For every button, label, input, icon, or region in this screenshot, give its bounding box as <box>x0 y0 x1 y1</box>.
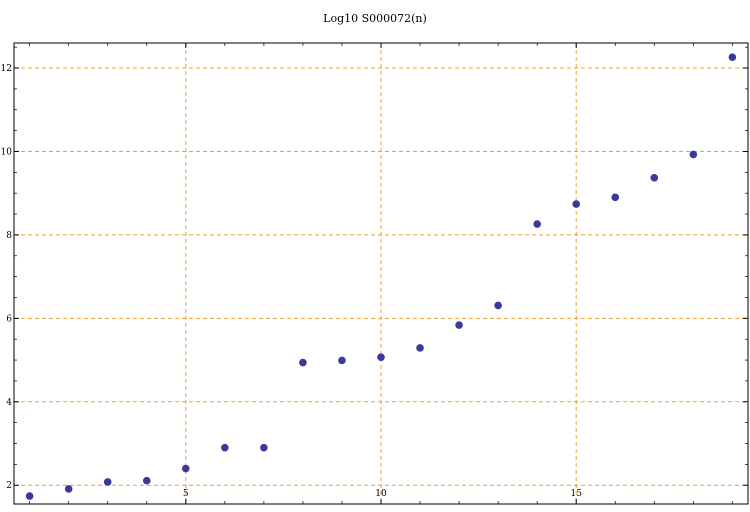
y-tick-label: 12 <box>1 64 12 74</box>
data-point <box>533 220 541 228</box>
data-point <box>572 200 581 208</box>
x-tick-label: 5 <box>183 489 189 499</box>
data-point <box>64 485 73 493</box>
data-point <box>650 173 659 182</box>
data-point <box>416 344 424 352</box>
y-tick-label: 6 <box>6 314 12 324</box>
data-point <box>728 53 737 61</box>
data-point <box>142 476 151 485</box>
data-point <box>299 358 307 367</box>
data-point <box>103 478 112 486</box>
data-point <box>25 492 34 500</box>
plot-frame <box>13 42 749 505</box>
data-point <box>338 356 346 365</box>
tick-labels: 5 10 15 2 4 6 8 10 12 <box>1 64 583 499</box>
data-point <box>689 150 698 159</box>
y-tick-label: 8 <box>6 231 12 241</box>
data-point <box>181 464 190 473</box>
x-tick-label: 10 <box>375 489 387 499</box>
y-tick-label: 4 <box>6 398 12 408</box>
x-tick-label: 15 <box>570 489 582 499</box>
data-point <box>455 321 463 329</box>
data-point <box>221 443 229 452</box>
scatter-plot: 5 10 15 2 4 6 8 10 12 <box>1 42 749 505</box>
y-tick-label: 10 <box>1 147 13 157</box>
data-point <box>611 193 620 202</box>
data-point <box>377 353 385 361</box>
y-tick-label: 2 <box>6 481 12 491</box>
data-point <box>494 301 502 310</box>
data-point <box>260 443 268 452</box>
axis-ticks <box>14 43 748 504</box>
grid-lines <box>14 43 748 504</box>
